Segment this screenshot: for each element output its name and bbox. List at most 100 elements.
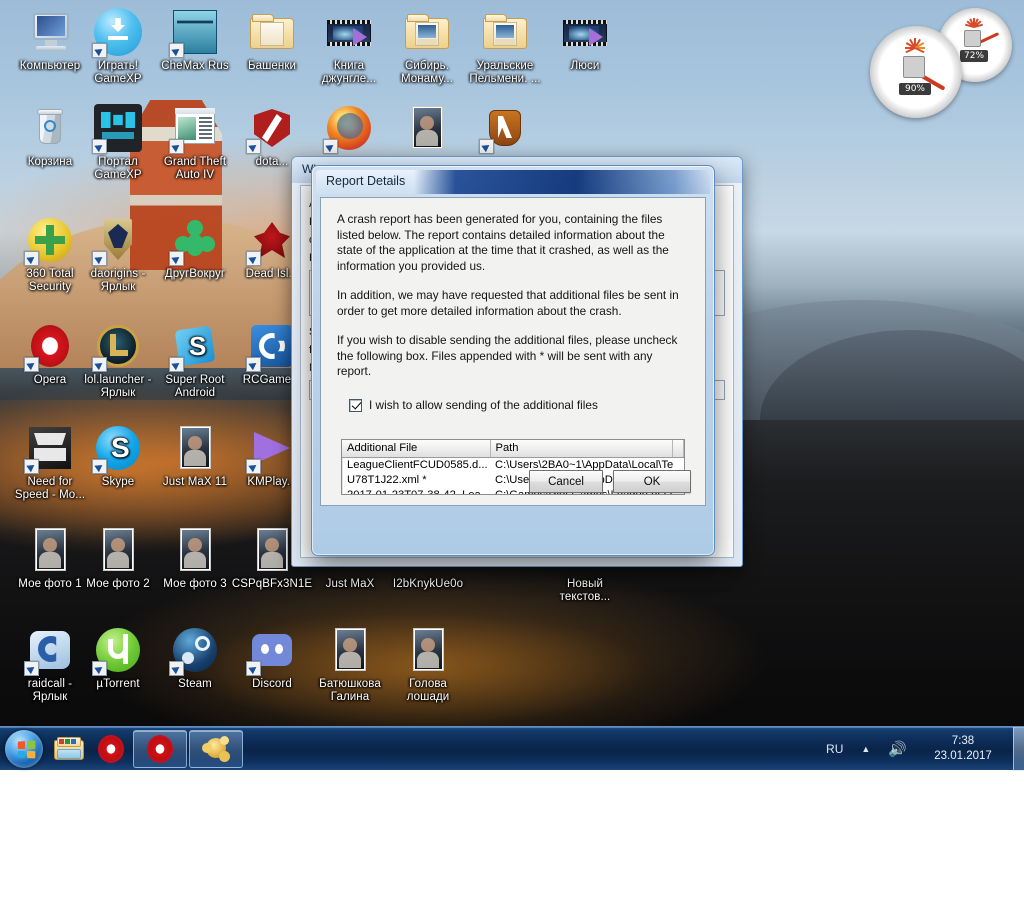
clock-time: 7:38 xyxy=(951,734,975,747)
column-header-additional-file[interactable]: Additional File xyxy=(342,440,491,458)
opera-icon xyxy=(98,734,124,763)
raidcall-icon xyxy=(24,626,74,676)
shortcut-overlay-icon xyxy=(24,357,39,372)
dialog-titlebar[interactable]: Report Details xyxy=(316,170,710,194)
allow-additional-files-checkbox[interactable] xyxy=(349,398,362,412)
photo-man-icon xyxy=(171,424,219,472)
cell-additional-file: U78T1J22.xml * xyxy=(347,473,427,486)
shortcut-overlay-icon xyxy=(246,357,261,372)
volume-icon[interactable]: 🔊 xyxy=(878,740,917,758)
shortcut-overlay-icon xyxy=(246,139,261,154)
column-header-path[interactable]: Path xyxy=(490,440,673,458)
photo-selfie-icon xyxy=(94,526,142,574)
nfs-icon xyxy=(24,424,74,474)
taskbar-opera-quicklaunch[interactable] xyxy=(91,730,131,768)
shortcut-overlay-icon xyxy=(169,139,184,154)
shortcut-overlay-icon xyxy=(169,43,184,58)
cancel-button[interactable]: Cancel xyxy=(529,470,603,493)
chemax-icon xyxy=(169,8,219,58)
table-header: Additional File Path xyxy=(342,440,684,458)
show-hidden-icons-button[interactable]: ▲ xyxy=(853,744,878,754)
shortcut-overlay-icon xyxy=(92,459,107,474)
shortcut-overlay-icon xyxy=(246,251,261,266)
allow-additional-files-label: I wish to allow sending of the additiona… xyxy=(369,397,598,412)
allow-additional-files-row[interactable]: I wish to allow sending of the additiona… xyxy=(321,394,705,412)
desktop-icon-label: I2bKnykUe0o xyxy=(392,578,464,590)
computer-icon xyxy=(26,8,74,56)
shortcut-overlay-icon xyxy=(92,139,107,154)
cpu-percent: 90% xyxy=(899,83,931,95)
desktop-icon-голова[interactable]: Голова лошади xyxy=(380,626,476,703)
shortcut-overlay-icon xyxy=(246,661,261,676)
dialog-title: Report Details xyxy=(326,174,406,188)
start-button[interactable] xyxy=(2,728,48,770)
opera-icon xyxy=(147,734,173,763)
show-desktop-button[interactable] xyxy=(1013,726,1024,771)
deadisland-icon xyxy=(246,216,296,266)
kerbal-icon xyxy=(479,104,529,154)
memory-chip-icon xyxy=(964,30,981,47)
photo-room-icon xyxy=(26,526,74,574)
desktop-icon-label: Люси xyxy=(570,60,600,72)
shortcut-overlay-icon xyxy=(92,43,107,58)
shortcut-overlay-icon xyxy=(323,139,338,154)
clock-date: 23.01.2017 xyxy=(934,749,992,762)
photo-horse-icon xyxy=(404,626,452,674)
cpu-meter-gadget[interactable]: 72% 90% xyxy=(866,6,1018,118)
table-header-row: Additional File Path xyxy=(342,440,684,458)
total360-icon xyxy=(24,216,74,266)
rcgame-icon xyxy=(246,322,296,372)
video2-icon xyxy=(561,8,609,56)
desktop[interactable]: Компьютер Играть! GameXP CheMax Rus Башенки К… xyxy=(0,0,1024,770)
discord-icon xyxy=(246,626,296,676)
folder-icon xyxy=(54,736,84,761)
folder-avi-icon xyxy=(403,8,451,56)
skype-icon: S xyxy=(92,424,142,474)
folder-avi-icon xyxy=(481,8,529,56)
memory-percent: 72% xyxy=(960,50,988,62)
shortcut-overlay-icon xyxy=(246,459,261,474)
photo-face2-icon xyxy=(248,526,296,574)
cpu-gauge: 90% xyxy=(870,26,962,118)
taskbar-opera-window[interactable] xyxy=(133,729,187,768)
shortcut-overlay-icon xyxy=(24,251,39,266)
utorrent-icon xyxy=(92,626,142,676)
cell-additional-file: 2017-01-23T07-38-42_Lea... xyxy=(347,488,490,495)
shortcut-overlay-icon xyxy=(169,357,184,372)
shortcut-overlay-icon xyxy=(169,661,184,676)
gamexp-portal-icon xyxy=(92,104,142,154)
desktop-icon-люси[interactable]: Люси xyxy=(537,8,633,73)
screen: Компьютер Играть! GameXP CheMax Rus Башенки К… xyxy=(0,0,1024,906)
photo-people-icon xyxy=(403,104,451,152)
windows-orb-icon xyxy=(5,729,43,768)
shortcut-overlay-icon xyxy=(92,251,107,266)
superroot-icon: S xyxy=(169,322,219,372)
system-tray[interactable]: RU ▲ 🔊 7:38 23.01.2017 xyxy=(816,726,1024,771)
daorigins-icon xyxy=(92,216,142,266)
desktop-icon-label: Голова лошади xyxy=(406,678,450,703)
ok-button[interactable]: OK xyxy=(613,470,691,493)
gamexp-play-icon xyxy=(92,8,142,58)
taskbar-crash-reporter-window[interactable] xyxy=(189,729,243,768)
dota-icon xyxy=(246,104,296,154)
report-details-dialog[interactable]: Report Details A crash report has been g… xyxy=(311,165,715,556)
steam-icon xyxy=(169,626,219,676)
kmplayer-icon xyxy=(246,424,296,474)
clock[interactable]: 7:38 23.01.2017 xyxy=(917,734,1009,764)
dialog-button-row: Cancel OK xyxy=(529,470,691,493)
windows-flag-icon xyxy=(17,739,37,759)
drugvokrug-icon xyxy=(169,216,219,266)
shortcut-overlay-icon xyxy=(24,661,39,676)
dialog-paragraph-2: In addition, we may have requested that … xyxy=(337,288,679,318)
recycle-icon xyxy=(26,104,74,152)
league-client-icon xyxy=(201,735,231,763)
language-indicator[interactable]: RU xyxy=(816,742,853,756)
shortcut-overlay-icon xyxy=(169,251,184,266)
taskbar[interactable]: RU ▲ 🔊 7:38 23.01.2017 xyxy=(0,726,1024,771)
taskbar-explorer-button[interactable] xyxy=(49,730,89,768)
dialog-paragraph-1: A crash report has been generated for yo… xyxy=(337,212,669,273)
desktop-icon-item[interactable] xyxy=(457,104,553,156)
dialog-paragraph-3: If you wish to disable sending the addit… xyxy=(337,333,678,378)
shortcut-overlay-icon xyxy=(92,661,107,676)
shortcut-overlay-icon xyxy=(24,459,39,474)
